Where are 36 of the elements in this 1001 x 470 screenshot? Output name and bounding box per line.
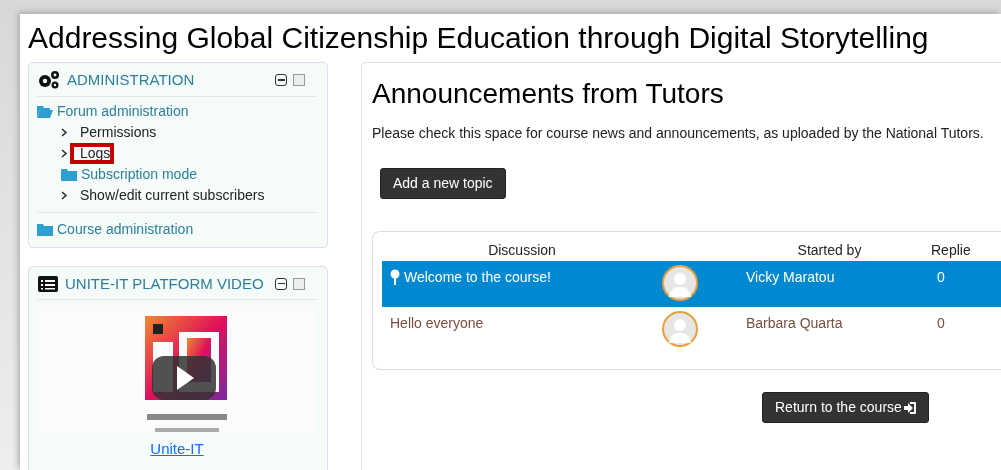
add-topic-button[interactable]: Add a new topic (380, 167, 506, 199)
table-row[interactable]: Hello everyone Barbara Quarta 0 (382, 306, 1001, 353)
column-header: Discussion (487, 240, 557, 260)
chevron-icon (61, 148, 68, 158)
author-link[interactable]: Vicky Maratou (722, 266, 937, 288)
intro-text: Please check this space for course news and announcements, as uploaded by the National Tutors. (372, 123, 985, 143)
discussion-link[interactable]: Hello everyone (390, 312, 484, 334)
reply-count: 0 (937, 267, 946, 287)
collapse-icon[interactable] (275, 74, 287, 87)
tree-link[interactable]: Permissions (80, 121, 157, 143)
avatar-icon (662, 310, 698, 347)
chevron-icon (61, 190, 68, 200)
tree-link[interactable]: Logs (80, 142, 111, 164)
collapse-icon[interactable] (275, 277, 287, 290)
return-button[interactable]: Return to the course (762, 391, 929, 423)
discussion-link[interactable]: Welcome to the course! (404, 266, 551, 288)
author-link[interactable]: Barbara Quarta (722, 312, 937, 334)
tree-link[interactable]: Subscription mode (81, 163, 197, 185)
page-title: Addressing Global Citizenship Education through Digital Storytelling (28, 20, 930, 56)
column-header: Replie (931, 240, 972, 260)
table-row[interactable]: Welcome to the course! Vicky Maratou 0 (382, 260, 1001, 307)
video-link[interactable]: Unite-IT (37, 438, 317, 461)
tree-link[interactable]: Forum administration (57, 100, 189, 122)
chevron-icon (61, 127, 68, 137)
dock-icon[interactable] (293, 277, 305, 290)
tree-link[interactable]: Show/edit current subscribers (80, 184, 265, 206)
section-title: Announcements from Tutors (372, 77, 725, 111)
avatar-icon (662, 264, 698, 301)
block-title: UNITE-IT PLATFORM VIDEO (65, 273, 265, 294)
dock-icon[interactable] (293, 74, 305, 87)
block-title: ADMINISTRATION (67, 70, 196, 90)
list-icon (37, 274, 59, 293)
reply-count: 0 (937, 313, 946, 333)
gears-icon (37, 70, 61, 91)
tree-link[interactable]: Course administration (57, 219, 194, 240)
login-icon (903, 401, 916, 414)
